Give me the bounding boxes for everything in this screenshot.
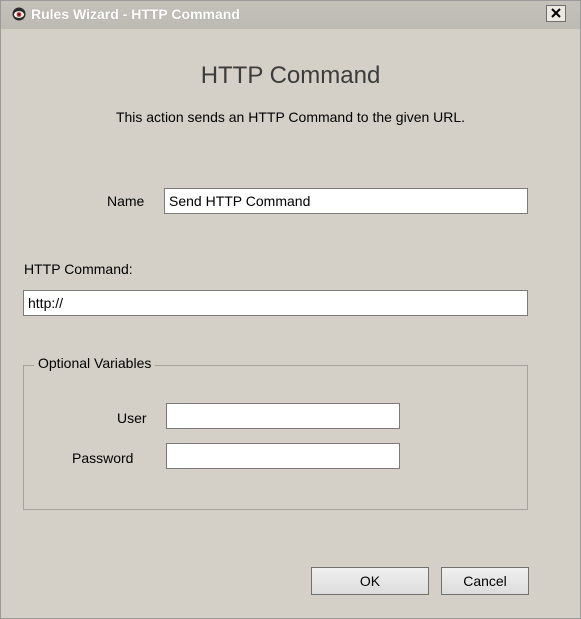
ok-button[interactable]: OK <box>311 567 429 595</box>
window-title: Rules Wizard - HTTP Command <box>31 6 240 22</box>
cancel-button[interactable]: Cancel <box>441 567 529 595</box>
title-bar[interactable]: Rules Wizard - HTTP Command <box>1 1 580 30</box>
name-label: Name <box>107 193 145 209</box>
page-title: HTTP Command <box>200 62 381 89</box>
http-command-field[interactable] <box>23 290 528 316</box>
close-button[interactable] <box>546 5 566 22</box>
close-icon <box>551 5 561 23</box>
password-label: Password <box>72 450 134 466</box>
password-field[interactable] <box>166 443 400 469</box>
eye-icon <box>12 7 26 21</box>
dialog-body: HTTP Command This action sends an HTTP C… <box>1 29 580 618</box>
rules-wizard-window: Rules Wizard - HTTP Command HTTP Command… <box>0 0 581 619</box>
name-field[interactable] <box>164 188 528 214</box>
user-field[interactable] <box>166 403 400 429</box>
description-text: This action sends an HTTP Command to the… <box>115 109 466 125</box>
optional-variables-legend: Optional Variables <box>34 355 156 371</box>
user-label: User <box>117 410 147 426</box>
optional-variables-group <box>23 365 528 510</box>
http-command-label: HTTP Command: <box>24 261 133 277</box>
